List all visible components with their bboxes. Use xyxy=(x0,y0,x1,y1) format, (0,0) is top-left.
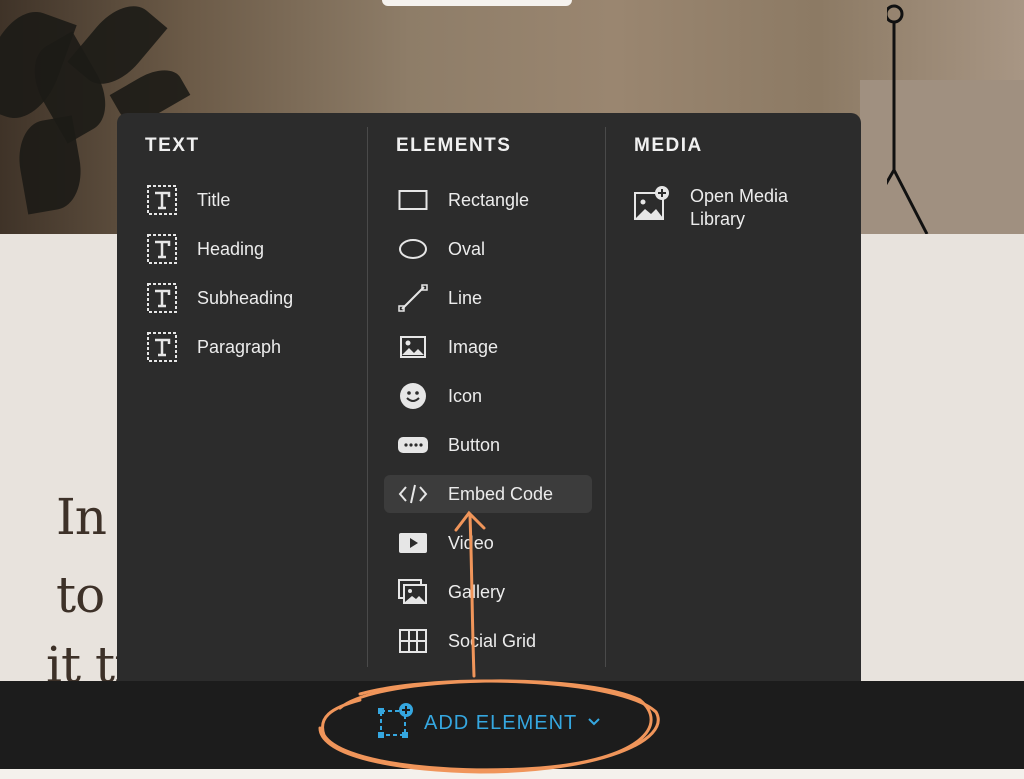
item-label: Rectangle xyxy=(448,189,530,210)
add-gallery-item[interactable]: Gallery xyxy=(384,573,592,611)
add-social-grid-item[interactable]: Social Grid xyxy=(384,622,592,660)
grid-icon xyxy=(396,624,430,658)
media-column: MEDIA Open Media Library xyxy=(605,127,861,667)
bottom-strip xyxy=(0,769,1024,779)
item-label: Icon xyxy=(448,385,483,406)
add-element-button[interactable]: ADD ELEMENT xyxy=(378,702,601,744)
button-icon xyxy=(396,428,430,462)
add-element-icon xyxy=(378,702,414,744)
add-embed-code-item[interactable]: Embed Code xyxy=(384,475,592,513)
item-label: Paragraph xyxy=(197,336,282,357)
add-paragraph-item[interactable]: Paragraph xyxy=(133,328,341,366)
rectangle-icon xyxy=(396,183,430,217)
item-label: Gallery xyxy=(448,581,506,602)
item-label: Button xyxy=(448,434,501,455)
item-label: Oval xyxy=(448,238,486,259)
add-element-panel: TEXT Title Heading Subheading Paragraph xyxy=(117,113,861,681)
item-label: Open Media Library xyxy=(690,186,789,229)
item-label: Line xyxy=(448,287,483,308)
elements-column: ELEMENTS Rectangle Oval Line Image Icon … xyxy=(367,127,605,667)
add-heading-item[interactable]: Heading xyxy=(133,230,341,268)
media-library-icon xyxy=(634,185,670,226)
image-icon xyxy=(396,330,430,364)
add-video-item[interactable]: Video xyxy=(384,524,592,562)
code-icon xyxy=(396,477,430,511)
top-toolbar-pill xyxy=(382,0,572,6)
add-element-label: ADD ELEMENT xyxy=(424,711,578,734)
item-label: Video xyxy=(448,532,494,553)
tripod-lamp-icon xyxy=(887,4,929,234)
oval-icon xyxy=(396,232,430,266)
open-media-library-item[interactable]: Open Media Library xyxy=(634,185,820,231)
add-image-item[interactable]: Image xyxy=(384,328,592,366)
add-icon-item[interactable]: Icon xyxy=(384,377,592,415)
add-line-item[interactable]: Line xyxy=(384,279,592,317)
text-column: TEXT Title Heading Subheading Paragraph xyxy=(117,113,367,681)
gallery-icon xyxy=(396,575,430,609)
video-icon xyxy=(396,526,430,560)
text-box-icon xyxy=(145,183,179,217)
add-title-item[interactable]: Title xyxy=(133,181,341,219)
item-label: Image xyxy=(448,336,499,357)
item-label: Title xyxy=(197,189,231,210)
add-oval-item[interactable]: Oval xyxy=(384,230,592,268)
elements-column-heading: ELEMENTS xyxy=(396,135,512,156)
item-label: Subheading xyxy=(197,287,294,308)
add-subheading-item[interactable]: Subheading xyxy=(133,279,341,317)
item-label: Social Grid xyxy=(448,630,537,651)
add-button-item[interactable]: Button xyxy=(384,426,592,464)
add-rectangle-item[interactable]: Rectangle xyxy=(384,181,592,219)
text-column-heading: TEXT xyxy=(145,135,200,156)
item-label: Embed Code xyxy=(448,483,554,504)
text-box-icon xyxy=(145,281,179,315)
text-box-icon xyxy=(145,232,179,266)
item-label: Heading xyxy=(197,238,265,259)
text-box-icon xyxy=(145,330,179,364)
smiley-icon xyxy=(396,379,430,413)
media-column-heading: MEDIA xyxy=(634,135,703,156)
line-icon xyxy=(396,281,430,315)
chevron-down-icon xyxy=(587,714,601,732)
